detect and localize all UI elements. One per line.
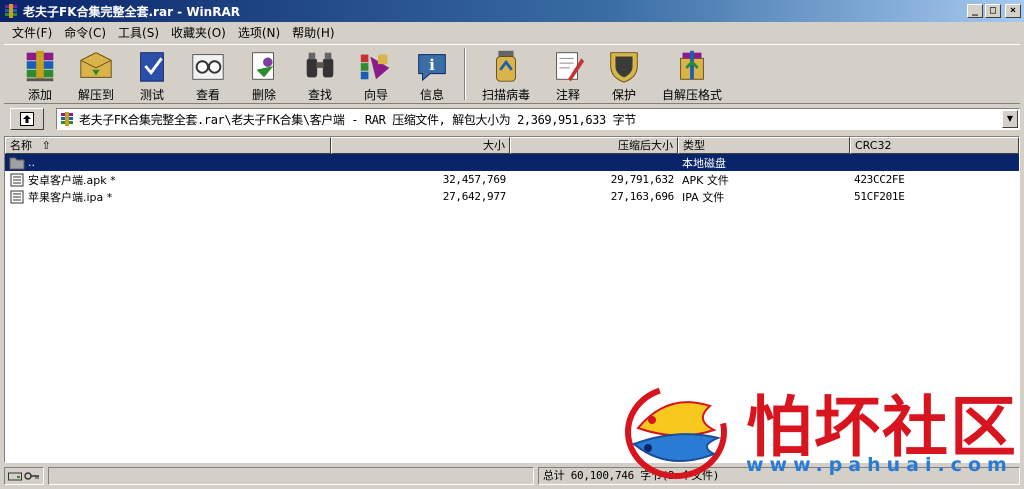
sort-up-arrow-icon: ⇧ [41, 139, 51, 152]
ipa-type: IPA 文件 [682, 190, 725, 204]
file-icon [10, 190, 24, 203]
file-icon [10, 173, 24, 186]
shield-icon [610, 52, 638, 83]
test-button[interactable]: 测试 [124, 45, 180, 103]
menu-file[interactable]: 文件(F) [6, 24, 58, 41]
delete-icon [252, 52, 274, 80]
apk-packed: 29,791,632 [610, 173, 675, 186]
extract-to-button[interactable]: 解压到 [68, 45, 124, 103]
wizard-label: 向导 [363, 88, 388, 102]
info-button[interactable]: i 信息 [404, 45, 460, 103]
path-field[interactable]: 老夫子FK合集完整全套.rar\老夫子FK合集\客户端 - RAR 压缩文件, … [56, 108, 1020, 130]
svg-text:i: i [429, 56, 435, 74]
up-arrow-icon [20, 112, 34, 126]
ipa-size: 27,642,977 [442, 190, 507, 203]
extract-label: 解压到 [77, 88, 114, 102]
folder-icon [9, 157, 25, 169]
archive-path-text: 老夫子FK合集完整全套.rar\老夫子FK合集\客户端 - RAR 压缩文件, … [79, 112, 636, 127]
minimize-button[interactable]: _ [967, 4, 983, 18]
list-item-apk[interactable]: 安卓客户端.apk * 32,457,769 29,791,632 APK 文件… [5, 171, 1019, 188]
comment-label: 注释 [555, 88, 580, 102]
menu-options[interactable]: 选项(N) [232, 24, 286, 41]
toolbar-separator [464, 48, 466, 100]
parent-name-cell: .. [5, 156, 331, 170]
path-dropdown-button[interactable]: ▼ [1002, 110, 1018, 128]
extract-icon [80, 52, 112, 78]
column-size[interactable]: 大小 [331, 137, 510, 154]
add-archive-icon [26, 50, 54, 82]
info-label: 信息 [419, 88, 444, 102]
menu-help[interactable]: 帮助(H) [286, 24, 340, 41]
scan-virus-button[interactable]: 扫描病毒 [472, 45, 540, 103]
apk-file-name: 安卓客户端.apk * [28, 173, 116, 187]
column-name-label: 名称 [10, 139, 32, 152]
menu-favorites[interactable]: 收藏夹(O) [165, 24, 232, 41]
info-icon: i [418, 54, 446, 82]
ipa-name-cell: 苹果客户端.ipa * [5, 189, 331, 205]
close-button[interactable]: × [1005, 4, 1021, 18]
menu-commands[interactable]: 命令(C) [58, 24, 112, 41]
add-button[interactable]: 添加 [12, 45, 68, 103]
apk-crc: 423CC2FE [854, 173, 905, 186]
ipa-crc: 51CF201E [854, 190, 905, 203]
ipa-file-name: 苹果客户端.ipa * [28, 190, 113, 204]
view-button[interactable]: 查看 [180, 45, 236, 103]
list-header: 名称 ⇧ 大小 压缩后大小 类型 CRC32 [5, 137, 1019, 154]
find-binoculars-icon [306, 52, 334, 78]
ipa-packed: 27,163,696 [610, 190, 675, 203]
winrar-window: 老夫子FK合集完整全套.rar - WinRAR _ □ × 文件(F) 命令(… [0, 0, 1024, 489]
key-icon [24, 472, 39, 480]
menu-tools[interactable]: 工具(S) [112, 24, 165, 41]
find-label: 查找 [307, 88, 332, 102]
wizard-icon [360, 54, 390, 80]
list-item-ipa[interactable]: 苹果客户端.ipa * 27,642,977 27,163,696 IPA 文件… [5, 188, 1019, 205]
winrar-app-icon [5, 4, 17, 18]
status-drive-cell [4, 467, 44, 485]
parent-name: .. [28, 156, 35, 169]
column-crc[interactable]: CRC32 [850, 137, 1019, 154]
apk-name-cell: 安卓客户端.apk * [5, 172, 331, 188]
comment-button[interactable]: 注释 [540, 45, 596, 103]
apk-size: 32,457,769 [442, 173, 507, 186]
list-item-parent[interactable]: .. 本地磁盘 [5, 154, 1019, 171]
file-list[interactable]: 名称 ⇧ 大小 压缩后大小 类型 CRC32 .. 本地磁盘 安卓客户端.apk… [4, 136, 1020, 463]
protect-label: 保护 [611, 88, 636, 102]
find-button[interactable]: 查找 [292, 45, 348, 103]
add-label: 添加 [27, 88, 52, 102]
parent-type: 本地磁盘 [682, 156, 726, 170]
status-total: 总计 60,100,746 字节(2 个文件) [538, 467, 1020, 485]
window-title: 老夫子FK合集完整全套.rar - WinRAR [23, 4, 240, 19]
column-packed[interactable]: 压缩后大小 [510, 137, 678, 154]
status-selection-cell [48, 467, 534, 485]
address-bar: 老夫子FK合集完整全套.rar\老夫子FK合集\客户端 - RAR 压缩文件, … [4, 106, 1020, 132]
status-bar: 总计 60,100,746 字节(2 个文件) [4, 466, 1020, 486]
column-name[interactable]: 名称 ⇧ [5, 137, 331, 154]
self-extracting-icon [680, 50, 704, 80]
wizard-button[interactable]: 向导 [348, 45, 404, 103]
view-icon [192, 54, 224, 80]
protect-button[interactable]: 保护 [596, 45, 652, 103]
sfx-label: 自解压格式 [661, 88, 722, 102]
virus-scan-icon [496, 50, 516, 82]
column-type[interactable]: 类型 [678, 137, 850, 154]
scan-label: 扫描病毒 [481, 88, 530, 102]
test-icon [140, 52, 164, 82]
delete-label: 删除 [251, 88, 276, 102]
delete-button[interactable]: 删除 [236, 45, 292, 103]
menu-bar: 文件(F) 命令(C) 工具(S) 收藏夹(O) 选项(N) 帮助(H) [0, 22, 1024, 42]
toolbar: 添加 解压到 测试 查看 删除 查找 向导 i 信息 扫描病毒 注释 保护 自解… [4, 44, 1020, 104]
comment-icon [556, 52, 585, 82]
view-label: 查看 [195, 88, 220, 102]
rar-archive-icon [61, 112, 73, 126]
apk-type: APK 文件 [682, 173, 729, 187]
sfx-button[interactable]: 自解压格式 [652, 45, 732, 103]
test-label: 测试 [139, 88, 164, 102]
up-folder-button[interactable] [10, 108, 44, 130]
title-bar[interactable]: 老夫子FK合集完整全套.rar - WinRAR _ □ × [0, 0, 1024, 22]
maximize-button[interactable]: □ [985, 4, 1001, 18]
drive-icon [8, 472, 22, 481]
